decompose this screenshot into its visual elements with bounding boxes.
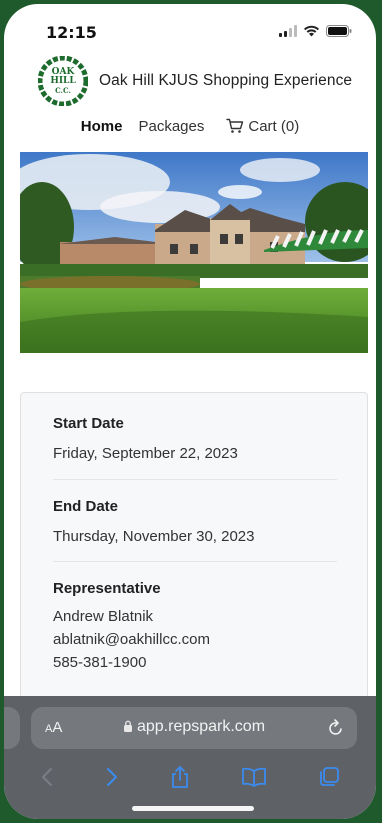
signal-icon — [279, 25, 297, 37]
start-date-value: Friday, September 22, 2023 — [53, 445, 238, 462]
browser-bottom-bar: AA app.repspark.com — [4, 696, 376, 819]
browser-toolbar — [4, 762, 376, 792]
lock-icon — [123, 720, 132, 732]
reload-icon[interactable] — [327, 718, 345, 738]
phone-screen: 12:15 OAK HILL C.C. Oak Hill KJUS Shoppi… — [4, 4, 376, 819]
divider — [53, 479, 337, 480]
share-icon[interactable] — [170, 765, 190, 789]
event-details-card: Start Date Friday, September 22, 2023 En… — [20, 392, 368, 732]
club-logo[interactable]: OAK HILL C.C. — [38, 56, 88, 106]
wifi-icon — [304, 25, 319, 37]
logo-line-2: HILL — [50, 75, 76, 86]
cart-label: Cart (0) — [248, 117, 300, 135]
representative-phone[interactable]: 585-381-1900 — [53, 652, 337, 674]
start-date-label: Start Date — [53, 415, 124, 432]
status-bar: 12:15 — [4, 4, 376, 50]
logo-text: OAK HILL C.C. — [38, 56, 88, 106]
forward-icon[interactable] — [105, 767, 119, 787]
previous-tab-pill[interactable] — [4, 707, 20, 749]
nav-home[interactable]: Home — [81, 118, 123, 135]
end-date-value: Thursday, November 30, 2023 — [53, 528, 255, 545]
back-icon[interactable] — [40, 767, 54, 787]
main-nav: Home Packages Cart (0) — [4, 112, 376, 140]
clubhouse-photo — [20, 152, 368, 353]
status-time: 12:15 — [46, 23, 97, 42]
status-icons — [279, 25, 352, 37]
end-date-label: End Date — [53, 498, 119, 515]
clubhouse-hero-image — [20, 152, 368, 353]
battery-icon — [326, 25, 352, 37]
nav-packages[interactable]: Packages — [138, 118, 204, 135]
home-indicator[interactable] — [132, 806, 254, 811]
site-title[interactable]: Oak Hill KJUS Shopping Experience — [99, 72, 352, 90]
bookmarks-icon[interactable] — [241, 767, 267, 787]
start-date-section: Start Date Friday, September 22, 2023 — [53, 415, 337, 465]
url-display[interactable]: app.repspark.com — [31, 718, 357, 736]
logo-line-3: C.C. — [55, 85, 71, 95]
end-date-section: End Date Thursday, November 30, 2023 — [53, 498, 337, 548]
representative-name: Andrew Blatnik — [53, 608, 154, 625]
representative-label: Representative — [53, 580, 161, 597]
representative-section: Representative Andrew Blatnik ablatnik@o… — [53, 580, 337, 674]
tabs-icon[interactable] — [318, 766, 340, 788]
nav-cart[interactable]: Cart (0) — [226, 118, 299, 135]
url-text: app.repspark.com — [136, 718, 266, 735]
site-header: OAK HILL C.C. Oak Hill KJUS Shopping Exp… — [4, 50, 376, 106]
cart-icon — [226, 118, 244, 133]
divider — [53, 561, 337, 562]
address-bar[interactable]: AA app.repspark.com — [31, 707, 357, 749]
representative-email[interactable]: ablatnik@oakhillcc.com — [53, 629, 337, 651]
